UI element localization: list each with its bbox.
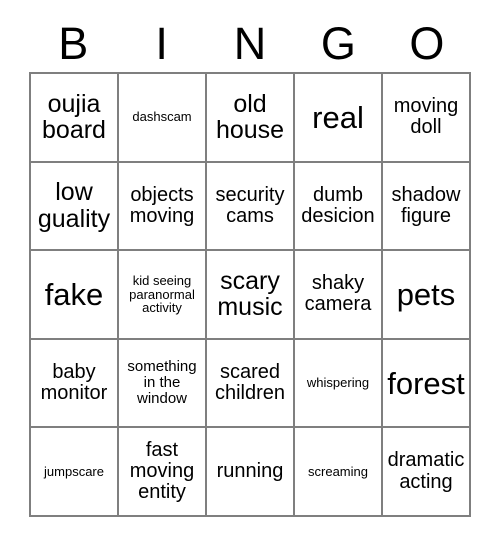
bingo-cell[interactable]: whispering (295, 339, 383, 429)
bingo-cell[interactable]: real (295, 74, 383, 163)
bingo-cell[interactable]: low guality (31, 162, 119, 252)
bingo-cell-label: moving doll (393, 94, 459, 139)
bingo-cell-label: old house (215, 89, 285, 145)
bingo-cell[interactable]: jumpscare (31, 428, 119, 517)
bingo-cell-label: shaky camera (304, 272, 372, 316)
bingo-cell[interactable]: scared children (207, 339, 295, 429)
bingo-cell-label: jumpscare (44, 463, 104, 479)
bingo-cell[interactable]: objects moving (119, 162, 207, 252)
bingo-cell[interactable]: fake (31, 251, 119, 340)
bingo-cell-label: something in the window (127, 358, 197, 408)
bingo-cell-label: kid seeing paranormal activity (129, 272, 195, 316)
bingo-cell-label: objects moving (129, 183, 195, 227)
bingo-row: low guality objects moving security cams… (31, 162, 471, 252)
header-letter-i: I (155, 17, 168, 69)
bingo-cell-label: fast moving entity (129, 438, 195, 504)
bingo-cell[interactable]: pets (383, 251, 471, 340)
bingo-cell-label: security cams (215, 183, 285, 227)
bingo-cell-label: pets (396, 276, 456, 312)
header-letter-n: N (233, 17, 267, 69)
header-letter-g: G (320, 17, 356, 69)
bingo-cell[interactable]: oujia board (31, 74, 119, 163)
bingo-cell[interactable]: baby monitor (31, 339, 119, 429)
bingo-header-row: B I N G O (29, 14, 471, 72)
bingo-cell-label: scared children (214, 360, 286, 405)
bingo-cell-label: dramatic acting (387, 449, 465, 493)
bingo-row: oujia board dashscam old house real movi… (31, 74, 471, 163)
bingo-cell[interactable]: dashscam (119, 74, 207, 163)
header-letter-o: O (409, 17, 445, 69)
bingo-cell-label: dashscam (132, 109, 192, 125)
bingo-row: jumpscare fast moving entity running scr… (31, 428, 471, 517)
bingo-cell-label: shadow figure (391, 183, 461, 227)
bingo-cell-label: baby monitor (40, 360, 108, 405)
bingo-cell-label: running (216, 459, 284, 482)
bingo-cell-label: oujia board (42, 89, 106, 145)
bingo-cell[interactable]: forest (383, 339, 471, 429)
bingo-cell-label: forest (387, 365, 465, 401)
bingo-cell-label: screaming (308, 463, 368, 479)
bingo-cell[interactable]: screaming (295, 428, 383, 517)
bingo-cell-label: dumb desicion (301, 183, 375, 227)
bingo-cell-label: real (312, 99, 364, 135)
bingo-cell[interactable]: old house (207, 74, 295, 163)
bingo-cell[interactable]: shadow figure (383, 162, 471, 252)
bingo-cell-label: low guality (37, 178, 111, 233)
bingo-cell[interactable]: scary music (207, 251, 295, 340)
bingo-cell[interactable]: dramatic acting (383, 428, 471, 517)
bingo-row: baby monitor something in the window sca… (31, 339, 471, 429)
bingo-grid: oujia board dashscam old house real movi… (29, 72, 471, 517)
bingo-cell[interactable]: dumb desicion (295, 162, 383, 252)
bingo-cell[interactable]: shaky camera (295, 251, 383, 340)
bingo-cell[interactable]: fast moving entity (119, 428, 207, 517)
bingo-row: fake kid seeing paranormal activity scar… (31, 251, 471, 340)
header-letter-b: B (58, 17, 89, 69)
bingo-cell-label: fake (44, 276, 104, 312)
bingo-cell[interactable]: running (207, 428, 295, 517)
bingo-cell[interactable]: something in the window (119, 339, 207, 429)
bingo-card: B I N G O oujia board dashscam old house… (29, 14, 471, 517)
bingo-cell-label: scary music (217, 266, 283, 322)
bingo-cell-label: whispering (306, 375, 370, 391)
bingo-cell[interactable]: security cams (207, 162, 295, 252)
bingo-cell[interactable]: moving doll (383, 74, 471, 163)
bingo-cell[interactable]: kid seeing paranormal activity (119, 251, 207, 340)
